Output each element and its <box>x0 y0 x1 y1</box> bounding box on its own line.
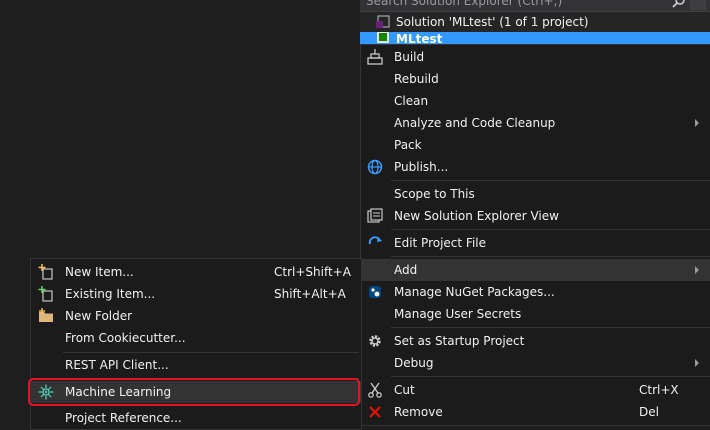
submenu-arrow-icon <box>695 359 699 367</box>
close-icon <box>369 406 381 418</box>
menu-label-publish: Publish... <box>394 160 449 174</box>
menu-label-analyze: Analyze and Code Cleanup <box>394 116 556 130</box>
menu-label-debug: Debug <box>394 356 434 370</box>
menu-label-cut: Cut <box>394 383 415 397</box>
submenu-item-new-folder[interactable]: New Folder <box>31 305 361 327</box>
highlight-annotation <box>28 378 360 406</box>
menu-item-startup[interactable]: Set as Startup Project <box>361 330 710 352</box>
tree-item-solution[interactable]: Solution 'MLtest' (1 of 1 project) <box>360 12 710 32</box>
submenu-item-new-item[interactable]: New Item... Ctrl+Shift+A <box>31 261 361 283</box>
menu-label-startup: Set as Startup Project <box>394 334 525 348</box>
menu-label-build: Build <box>394 50 425 64</box>
menu-label-scope: Scope to This <box>394 187 475 201</box>
menu-item-scope[interactable]: Scope to This <box>361 183 710 205</box>
menu-separator <box>391 376 710 377</box>
menu-label-clean: Clean <box>394 94 429 108</box>
solution-label: Solution 'MLtest' (1 of 1 project) <box>396 15 589 29</box>
search-placeholder: Search Solution Explorer (Ctrl+;) <box>366 0 563 8</box>
menu-item-debug[interactable]: Debug <box>361 352 710 374</box>
menu-item-rebuild[interactable]: Rebuild <box>361 68 710 90</box>
submenu-shortcut-existing-item: Shift+Alt+A <box>274 287 346 301</box>
menu-item-cut[interactable]: Cut Ctrl+X <box>361 379 710 401</box>
menu-label-new-view: New Solution Explorer View <box>394 209 559 223</box>
search-icon[interactable] <box>672 0 686 8</box>
menu-item-publish[interactable]: Publish... <box>361 156 710 178</box>
menu-item-build[interactable]: Build <box>361 46 710 68</box>
refresh-icon <box>368 236 382 245</box>
submenu-item-cookiecutter[interactable]: From Cookiecutter... <box>31 327 361 349</box>
build-icon <box>367 49 383 65</box>
menu-label-user-secrets: Manage User Secrets <box>394 307 522 321</box>
globe-icon <box>367 159 383 175</box>
menu-label-nuget: Manage NuGet Packages... <box>394 285 555 299</box>
menu-item-add[interactable]: Add <box>361 259 710 281</box>
menu-item-clean[interactable]: Clean <box>361 90 710 112</box>
submenu-label-rest-api: REST API Client... <box>65 358 169 372</box>
menu-item-analyze[interactable]: Analyze and Code Cleanup <box>361 112 710 134</box>
submenu-item-project-reference[interactable]: Project Reference... <box>31 407 361 429</box>
project-icon <box>377 32 389 43</box>
gear-icon <box>369 335 381 347</box>
menu-separator <box>391 327 710 328</box>
submenu-label-existing-item: Existing Item... <box>65 287 156 301</box>
submenu-item-existing-item[interactable]: Existing Item... Shift+Alt+A <box>31 283 361 305</box>
submenu-shortcut-new-item: Ctrl+Shift+A <box>274 265 351 279</box>
submenu-arrow-icon <box>695 266 699 274</box>
nuget-icon <box>369 286 381 298</box>
scissors-icon <box>368 382 382 398</box>
submenu-item-rest-api[interactable]: REST API Client... <box>31 354 361 376</box>
menu-item-pack[interactable]: Pack <box>361 134 710 156</box>
menu-label-pack: Pack <box>394 138 422 152</box>
submenu-label-new-folder: New Folder <box>65 309 133 323</box>
folder-icon <box>39 308 53 322</box>
submenu-label-new-item: New Item... <box>65 265 134 279</box>
menu-label-edit-project: Edit Project File <box>394 236 487 250</box>
menu-item-remove[interactable]: Remove Del <box>361 401 710 423</box>
submenu-label-project-reference: Project Reference... <box>65 411 182 425</box>
menu-label-rebuild: Rebuild <box>394 72 439 86</box>
submenu-arrow-icon <box>695 119 699 127</box>
menu-shortcut-cut: Ctrl+X <box>639 383 679 397</box>
menu-separator <box>391 180 710 181</box>
menu-shortcut-remove: Del <box>639 405 659 419</box>
solution-icon <box>376 15 390 28</box>
menu-item-new-view[interactable]: New Solution Explorer View <box>361 205 710 227</box>
existing-item-icon <box>38 286 53 302</box>
menu-item-user-secrets[interactable]: Manage User Secrets <box>361 303 710 325</box>
menu-separator <box>63 352 359 353</box>
menu-label-remove: Remove <box>394 405 443 419</box>
menu-separator <box>391 256 710 257</box>
menu-label-add: Add <box>394 263 418 277</box>
submenu-label-cookiecutter: From Cookiecutter... <box>65 331 186 345</box>
menu-item-nuget[interactable]: Manage NuGet Packages... <box>361 281 710 303</box>
menu-item-edit-project[interactable]: Edit Project File <box>361 232 710 254</box>
solution-explorer-search-input[interactable]: Search Solution Explorer (Ctrl+;) <box>360 0 710 12</box>
search-options-dropdown[interactable] <box>690 0 706 10</box>
project-context-menu: Build Rebuild Clean Analyze and Code Cle… <box>360 44 710 426</box>
menu-separator <box>391 229 710 230</box>
new-view-icon <box>367 208 383 223</box>
new-item-icon <box>38 264 53 280</box>
